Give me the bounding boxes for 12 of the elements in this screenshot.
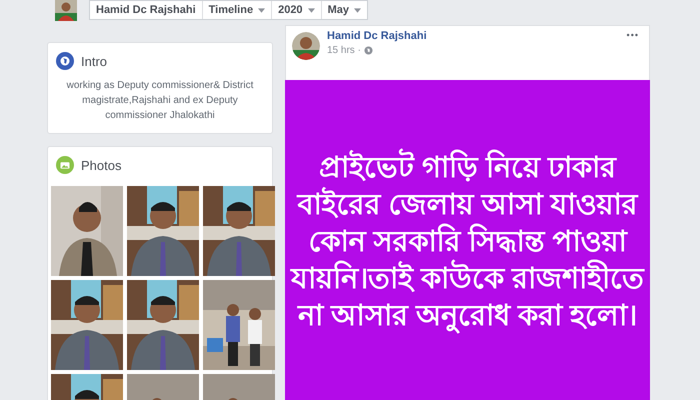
author-name-link[interactable]: Hamid Dc Rajshahi xyxy=(327,30,616,42)
caret-icon xyxy=(308,8,315,12)
photo-icon xyxy=(56,156,74,174)
post-text: প্রাইভেট গাড়ি নিয়ে ঢাকার বাইরের জেলায় আসা যাওয়ার কোন সরকারি সিদ্ধান্ত পাওয়া যায়নি।তাই কাউকে রাজশাহীতে না আসার অনুরোধ করা হলো। xyxy=(290,150,644,400)
intro-text: working as Deputy commissioner& District magistrate,Rajshahi and ex Deputy commissioner Jhalokathi xyxy=(66,79,254,123)
more-options-button[interactable]: ••• xyxy=(622,30,643,40)
caret-icon xyxy=(258,8,266,12)
globe-icon xyxy=(56,52,74,70)
intro-title: Intro xyxy=(81,54,108,68)
globe-icon xyxy=(364,46,373,55)
photos-title[interactable]: Photos xyxy=(81,158,122,172)
caret-icon xyxy=(354,8,361,12)
